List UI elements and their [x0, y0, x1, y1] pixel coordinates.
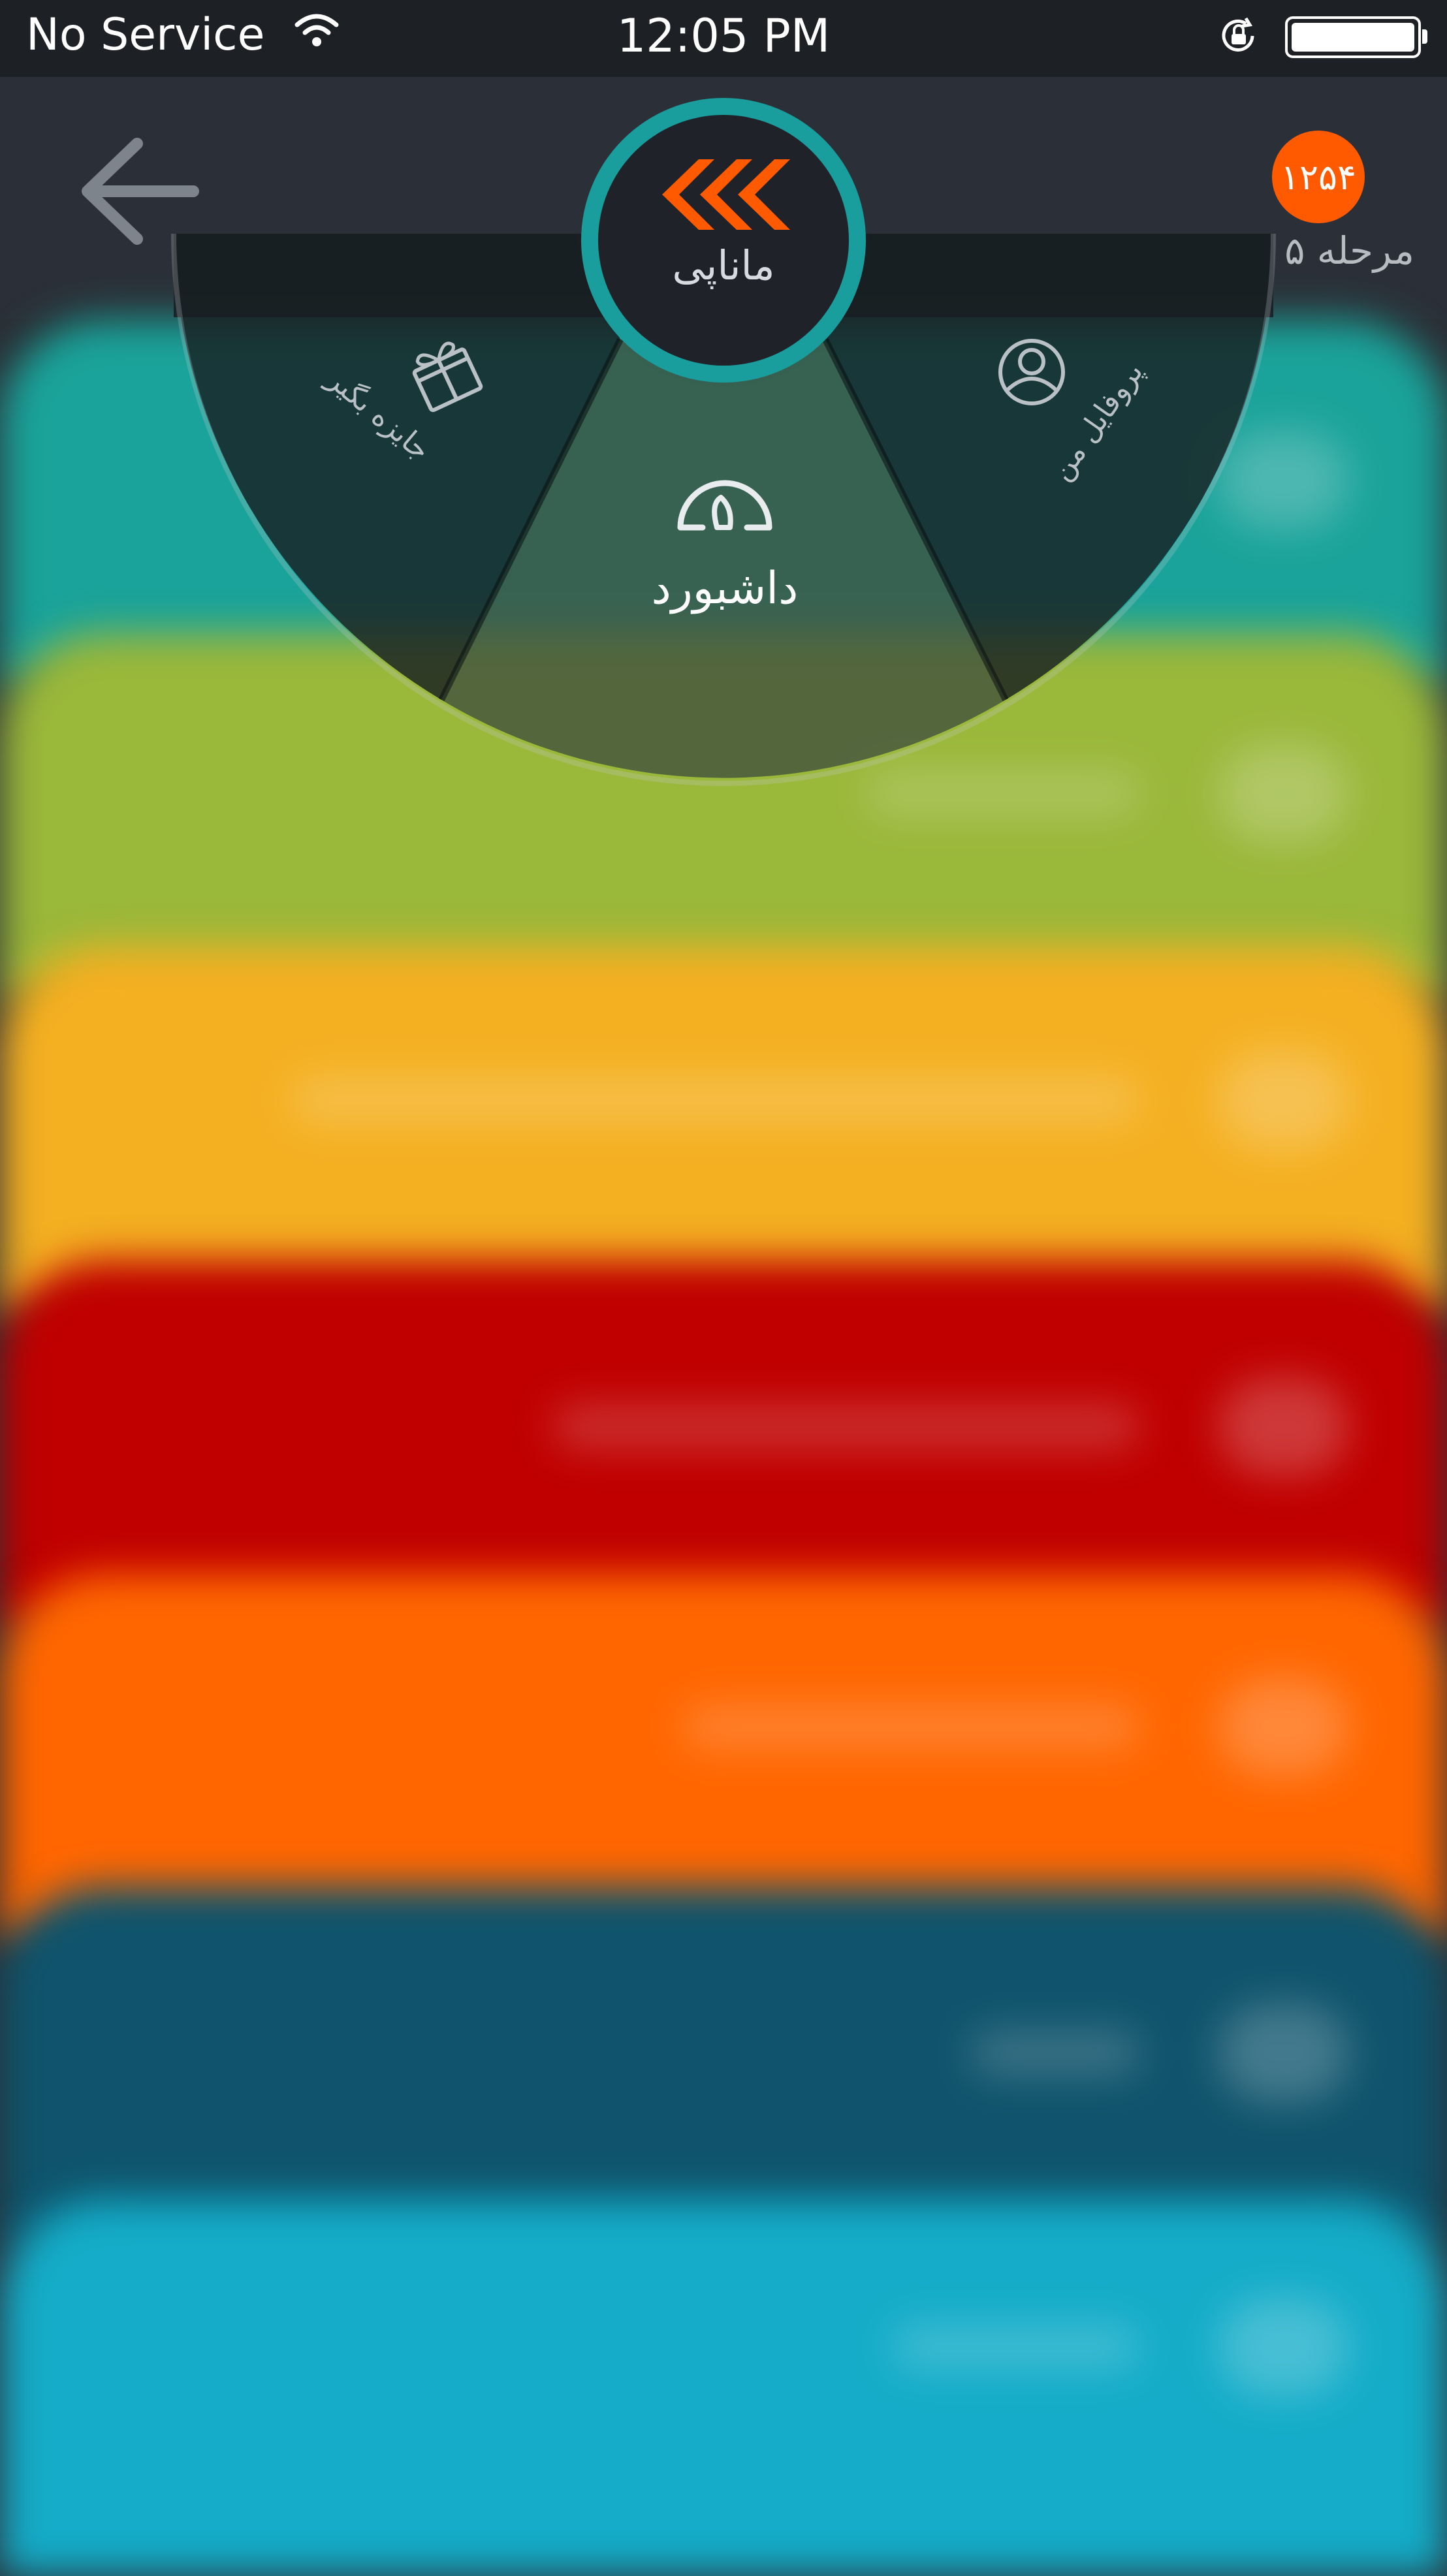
profile-icon — [998, 339, 1065, 405]
card-orange[interactable] — [0, 1573, 1447, 1939]
menu-item-dashboard[interactable]: داشبورد — [575, 563, 875, 614]
card-red[interactable] — [0, 1260, 1447, 1626]
brand-name: ماناپی — [672, 242, 775, 289]
menu-center-button[interactable] — [598, 115, 849, 366]
card-navy[interactable] — [0, 1887, 1447, 2252]
chevrons-left-icon — [662, 159, 790, 230]
radial-menu: ماناپی داشبورد جایزه بگیر پروفایل من — [0, 0, 1447, 849]
card-cyan[interactable] — [0, 2200, 1447, 2576]
card-yellow[interactable] — [0, 947, 1447, 1312]
gauge-icon — [677, 480, 772, 531]
